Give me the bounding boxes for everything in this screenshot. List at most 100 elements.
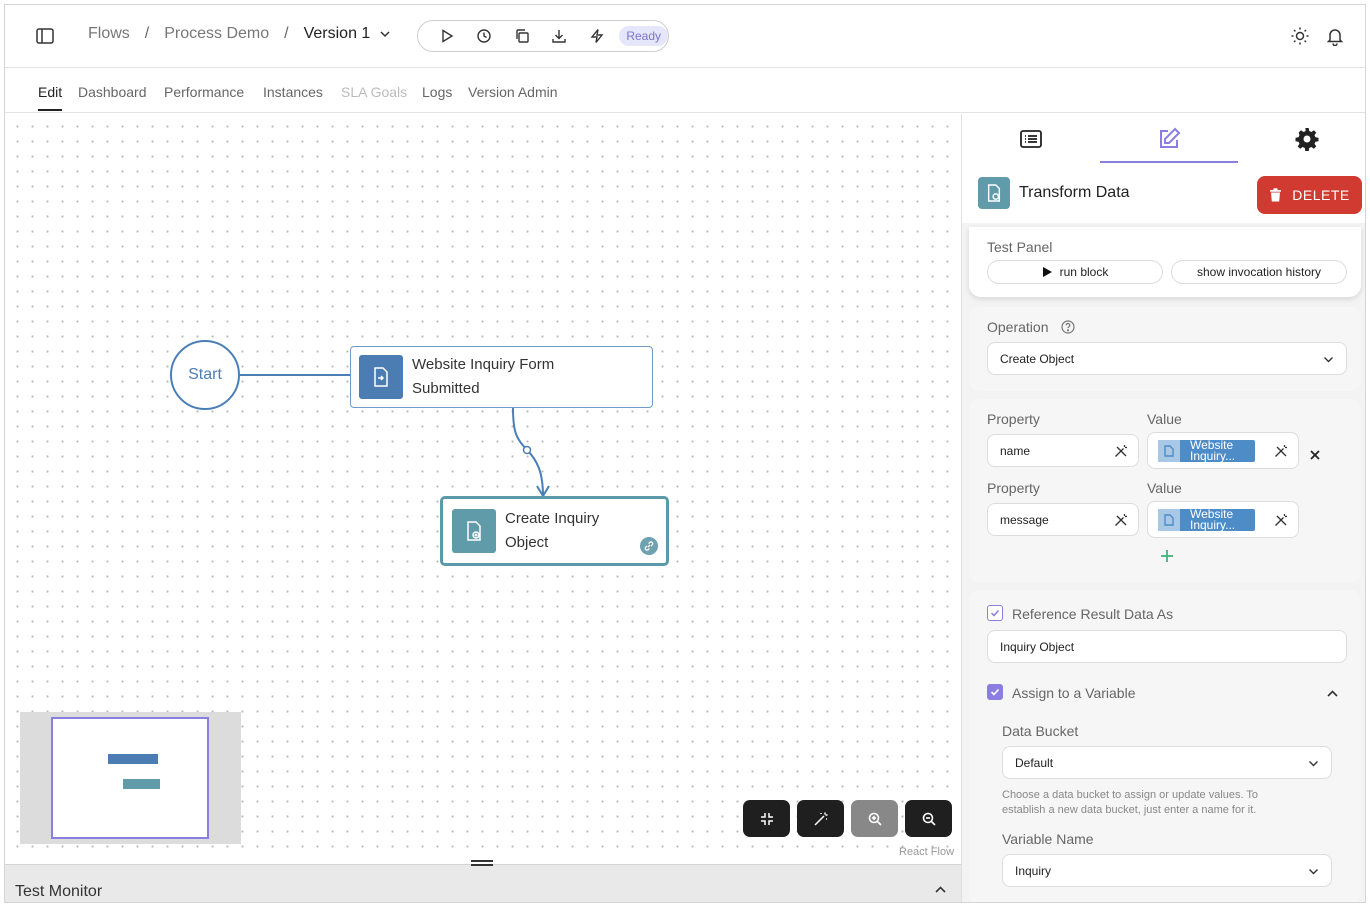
trigger-button[interactable] [578, 21, 615, 51]
property-name-input[interactable]: message [987, 503, 1139, 536]
invocation-history-label: show invocation history [1196, 265, 1322, 279]
chevron-down-icon[interactable] [379, 28, 391, 40]
minimap[interactable] [20, 712, 241, 844]
zoom-out-button[interactable] [905, 800, 952, 837]
reference-input[interactable]: Inquiry Object [987, 630, 1347, 663]
trigger-node[interactable]: Website Inquiry Form Submitted [350, 346, 653, 408]
delete-label: DELETE [1292, 187, 1350, 203]
tab-edit[interactable]: Edit [38, 84, 63, 111]
run-button[interactable] [428, 21, 465, 51]
copy-icon [515, 29, 529, 43]
assign-variable-checkbox[interactable] [987, 684, 1003, 700]
block-header: Transform Data DELETE [962, 163, 1365, 223]
panel-tab-settings[interactable] [1238, 114, 1365, 163]
property-value-input[interactable]: Website Inquiry... [1147, 501, 1299, 538]
history-button[interactable] [465, 21, 502, 51]
value-label: Value [1147, 480, 1182, 496]
transform-node[interactable]: Create Inquiry Object [440, 496, 669, 566]
chevron-up-icon[interactable] [1326, 687, 1339, 700]
data-bucket-help: Choose a data bucket to assign or update… [1002, 789, 1259, 816]
block-settings-panel: Transform Data DELETE Test Panel run blo… [961, 114, 1365, 902]
property-value-input[interactable]: Website Inquiry... [1147, 432, 1299, 469]
sun-icon[interactable] [1290, 26, 1310, 46]
tab-performance[interactable]: Performance [164, 84, 244, 100]
zoom-in-button[interactable] [851, 800, 898, 837]
tab-dashboard[interactable]: Dashboard [78, 84, 147, 100]
tab-version-admin[interactable]: Version Admin [468, 84, 558, 100]
fit-view-button[interactable] [743, 800, 790, 837]
magic-wand-icon[interactable] [1274, 444, 1288, 458]
data-bucket-label: Data Bucket [1002, 723, 1079, 739]
check-icon [990, 609, 1000, 617]
status-badge: Ready [619, 26, 669, 46]
test-panel-title: Test Panel [987, 239, 1053, 255]
run-block-label: run block [1059, 265, 1109, 279]
download-button[interactable] [540, 21, 577, 51]
play-icon [1042, 267, 1052, 277]
link-icon[interactable] [640, 537, 658, 555]
breadcrumb-process[interactable]: Process Demo [164, 25, 269, 43]
test-monitor-label: Test Monitor [15, 883, 103, 900]
duplicate-button[interactable] [503, 21, 540, 51]
breadcrumb-separator: / [284, 25, 289, 42]
close-icon[interactable] [1309, 449, 1321, 461]
flow-tabs: Edit Dashboard Performance Instances SLA… [5, 68, 1365, 113]
test-monitor-bar[interactable]: Test Monitor [5, 860, 961, 902]
flow-canvas[interactable]: Start Website Inquiry Form Submitted Cre… [5, 114, 961, 860]
variable-chip[interactable]: Website Inquiry... [1158, 438, 1255, 463]
form-trigger-icon [1158, 440, 1180, 462]
variable-chip[interactable]: Website Inquiry... [1158, 507, 1255, 532]
property-name-input[interactable]: name [987, 434, 1139, 467]
tab-instances[interactable]: Instances [263, 84, 323, 100]
variable-name-select[interactable]: Inquiry [1002, 854, 1332, 887]
chevron-down-icon [1309, 761, 1318, 767]
breadcrumb-version[interactable]: Version 1 [304, 25, 371, 43]
reference-label: Reference Result Data As [1012, 606, 1174, 622]
flow-toolbar: Ready [417, 20, 669, 52]
sidebar-toggle-icon[interactable] [35, 26, 55, 46]
data-bucket-select[interactable]: Default [1002, 746, 1332, 779]
tab-sla-goals: SLA Goals [341, 84, 408, 100]
resize-handle[interactable] [471, 860, 493, 866]
property-name-value: name [1000, 443, 1031, 458]
start-node[interactable]: Start [170, 340, 240, 410]
chevron-down-icon [1309, 869, 1318, 875]
breadcrumb: Flows / Process Demo / Version 1 [88, 25, 391, 43]
result-card: Reference Result Data As Inquiry Object … [969, 590, 1361, 902]
variable-chip-label: Website Inquiry... [1190, 438, 1236, 463]
minimap-viewport[interactable] [51, 717, 209, 839]
variable-chip-label: Website Inquiry... [1190, 507, 1236, 532]
operation-value: Create Object [1000, 351, 1075, 366]
start-label: Start [188, 366, 222, 383]
magic-wand-icon[interactable] [1114, 513, 1128, 527]
tab-logs[interactable]: Logs [422, 84, 452, 100]
add-property-icon[interactable] [1160, 549, 1174, 563]
test-panel-card: Test Panel run block show invocation his… [969, 227, 1361, 297]
operation-select[interactable]: Create Object [987, 342, 1347, 375]
breadcrumb-flows[interactable]: Flows [88, 25, 130, 43]
panel-tab-list[interactable] [962, 114, 1100, 163]
auto-layout-button[interactable] [797, 800, 844, 837]
chevron-up-icon[interactable] [934, 883, 947, 896]
edit-icon [1160, 127, 1181, 148]
react-flow-attribution[interactable]: React Flow [899, 846, 954, 858]
help-icon[interactable] [1061, 320, 1075, 334]
form-trigger-icon [359, 355, 403, 399]
invocation-history-button[interactable]: show invocation history [1171, 260, 1347, 284]
magic-wand-icon[interactable] [1274, 513, 1288, 527]
check-icon [990, 688, 1000, 696]
value-label: Value [1147, 411, 1182, 427]
breadcrumb-separator: / [144, 25, 150, 42]
file-transform-icon [452, 509, 496, 553]
variable-name-value: Inquiry [1015, 863, 1052, 878]
delete-button[interactable]: DELETE [1257, 176, 1362, 214]
collapse-icon [760, 812, 773, 825]
bell-icon[interactable] [1325, 26, 1345, 46]
download-icon [552, 30, 566, 43]
chevron-down-icon [1324, 357, 1333, 363]
run-block-button[interactable]: run block [987, 260, 1163, 284]
panel-tab-edit[interactable] [1100, 114, 1238, 163]
magic-wand-icon[interactable] [1114, 444, 1128, 458]
reference-checkbox[interactable] [987, 605, 1003, 621]
edge-midpoint-handle[interactable] [522, 445, 532, 455]
